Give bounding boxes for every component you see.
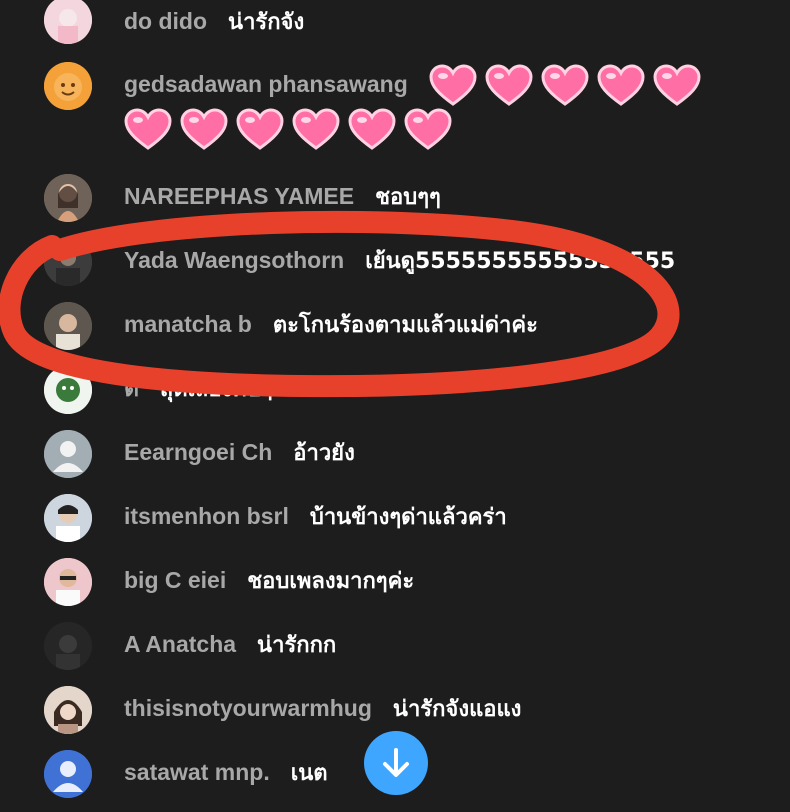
author-name[interactable]: Eearngoei Ch: [124, 439, 272, 465]
heart-emoji-icon: [485, 64, 533, 108]
heart-emoji-icon: [597, 64, 645, 108]
author-name[interactable]: big C eiei: [124, 567, 226, 593]
heart-emoji-row: [124, 108, 460, 152]
avatar[interactable]: [44, 494, 92, 542]
heart-emoji-icon: [180, 108, 228, 152]
message-text: น่ารักจัง: [228, 10, 305, 35]
avatar[interactable]: [44, 0, 92, 44]
live-chat-list: do dido น่ารักจัง gedsadawan phansawang …: [0, 0, 790, 812]
heart-emoji-icon: [653, 64, 701, 108]
heart-emoji-icon: [236, 108, 284, 152]
message-text: ชอบเพลงมากๆค่ะ: [247, 569, 415, 594]
author-name[interactable]: gedsadawan phansawang: [124, 71, 408, 97]
avatar[interactable]: [44, 174, 92, 222]
heart-emoji-icon: [404, 108, 452, 152]
avatar[interactable]: [44, 558, 92, 606]
author-name[interactable]: do dido: [124, 8, 207, 34]
message-text: เนต: [290, 761, 328, 786]
avatar[interactable]: [44, 302, 92, 350]
author-name[interactable]: thisisnotyourwarmhug: [124, 695, 372, 721]
author-name[interactable]: A Anatcha: [124, 631, 236, 657]
message-text: เย้นดู55555555555555555: [365, 249, 676, 274]
heart-emoji-icon: [541, 64, 589, 108]
heart-emoji-icon: [429, 64, 477, 108]
author-name[interactable]: itsmenhon bsrl: [124, 503, 289, 529]
message-text: สุดเสียงคับๆ: [159, 377, 273, 402]
message-text: น่ารักกก: [257, 633, 337, 658]
author-name[interactable]: Yada Waengsothorn: [124, 247, 344, 273]
author-name[interactable]: ต่: [124, 375, 139, 401]
heart-emoji-icon: [124, 108, 172, 152]
avatar[interactable]: [44, 366, 92, 414]
author-name[interactable]: manatcha b: [124, 311, 252, 337]
message-text: บ้านข้างๆด่าแล้วคร่า: [309, 505, 507, 530]
avatar[interactable]: [44, 686, 92, 734]
default-avatar-icon[interactable]: [44, 430, 92, 478]
message-text: ชอบๆๆ: [375, 185, 441, 210]
arrow-down-icon: [383, 748, 409, 777]
heart-emoji-icon: [292, 108, 340, 152]
message-text: น่ารักจังแอแง: [392, 697, 522, 722]
author-name[interactable]: satawat mnp.: [124, 759, 270, 785]
avatar[interactable]: [44, 622, 92, 670]
heart-emoji-row: [429, 64, 709, 106]
avatar[interactable]: [44, 238, 92, 286]
avatar[interactable]: [44, 62, 92, 110]
heart-emoji-icon: [348, 108, 396, 152]
message-text: ตะโกนร้องตามแล้วแม่ด่าค่ะ: [272, 313, 538, 338]
message-text: อ้าวยัง: [293, 441, 355, 466]
author-name[interactable]: NAREEPHAS YAMEE: [124, 183, 354, 209]
scroll-to-bottom-button[interactable]: [364, 731, 428, 795]
default-avatar-icon[interactable]: [44, 750, 92, 798]
